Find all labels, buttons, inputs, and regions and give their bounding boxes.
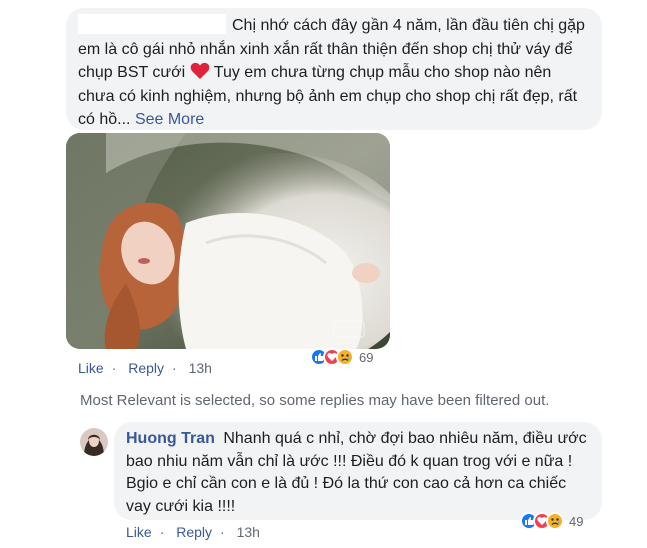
comment-timestamp: 13h (188, 360, 212, 376)
reply-link[interactable]: Reply (128, 360, 164, 376)
reply-bubble: Huong Tran Nhanh quá c nhỉ, chờ đợi bao … (114, 422, 602, 520)
reply-text-line: Bgio e chỉ cần con e là đủ ! Đó la thứ c… (126, 475, 567, 492)
reply-link[interactable]: Reply (176, 524, 212, 540)
reply-author-link[interactable]: Huong Tran (126, 430, 215, 447)
reaction-count: 69 (359, 349, 374, 365)
see-more-link[interactable]: See More (135, 111, 204, 128)
sad-reaction-icon (546, 512, 564, 530)
filter-note: Most Relevant is selected, so some repli… (80, 392, 550, 409)
reaction-count: 49 (569, 513, 584, 529)
comment-actions: Like · Reply · 13h (78, 360, 212, 376)
comment-text-line: Tuy em chưa từng chụp mẫu cho shop nào n… (209, 64, 552, 81)
comment-text-line: chưa có kinh nghiệm, nhưng bộ ảnh em chụ… (78, 87, 578, 105)
comment-bubble: Chị nhớ cách đây gần 4 năm, lần đầu tiên… (66, 8, 602, 130)
reply-text-line: Nhanh quá c nhỉ, chờ đợi bao nhiêu năm, … (223, 430, 587, 447)
comment-text-line: có hồ... (78, 111, 131, 128)
reply-reactions[interactable]: 49 (520, 510, 583, 532)
comment-text-line: chụp BST cưới (78, 64, 186, 81)
reply-timestamp: 13h (236, 524, 260, 540)
like-link[interactable]: Like (126, 524, 152, 540)
sad-reaction-icon (336, 348, 354, 366)
red-heart-icon (190, 62, 210, 80)
reply-text-line: bao nhiu năm vẫn chỉ là ước !!! Điều đó … (126, 452, 573, 470)
avatar[interactable] (80, 428, 108, 456)
comment-reactions[interactable]: 69 (310, 346, 373, 368)
like-link[interactable]: Like (78, 360, 104, 376)
comment-text-line: Chị nhớ cách đây gần 4 năm, lần đầu tiên… (232, 17, 585, 34)
bride-photo-image (66, 133, 390, 349)
reply-actions: Like · Reply · 13h (126, 524, 260, 540)
redacted-author-name (78, 14, 226, 34)
comment-text-line: em là cô gái nhỏ nhắn xinh xắn rất thân … (78, 40, 573, 58)
comment-photo[interactable] (66, 133, 390, 349)
